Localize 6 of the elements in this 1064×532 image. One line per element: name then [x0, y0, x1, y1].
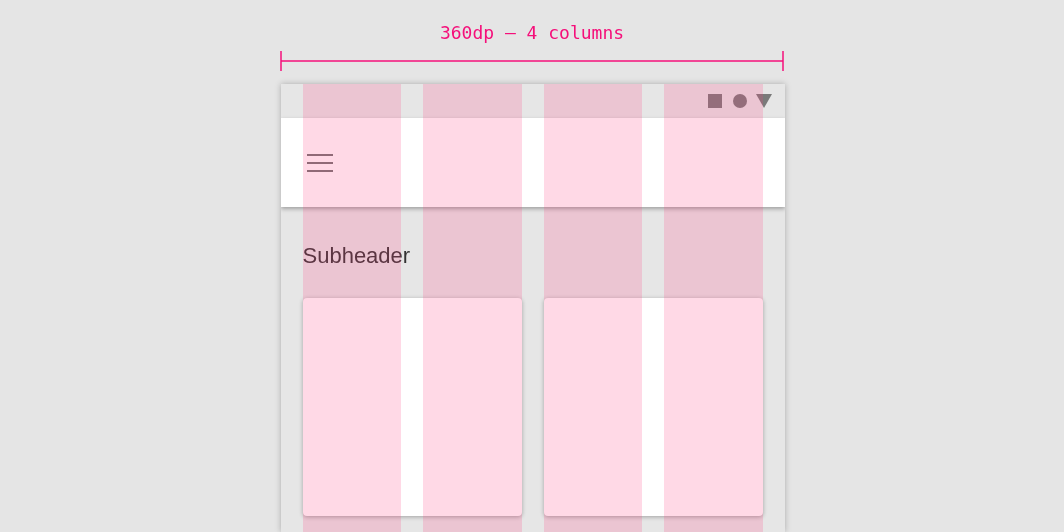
circle-icon	[732, 94, 747, 108]
width-label: 360dp – 4 columns	[439, 22, 625, 44]
menu-icon[interactable]	[306, 153, 333, 172]
subheader: Subheader	[302, 242, 412, 270]
triangle-icon	[755, 94, 772, 108]
square-icon	[707, 94, 722, 108]
